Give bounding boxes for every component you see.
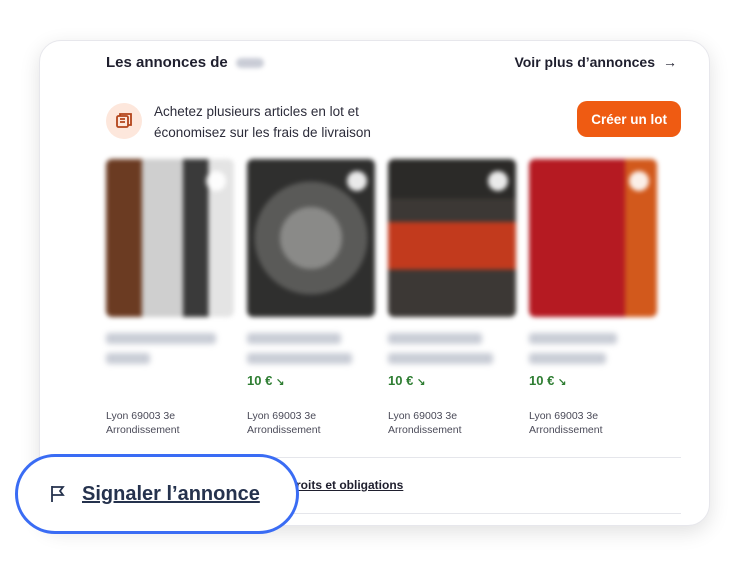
product-card[interactable]: 10 € ↘ Lyon 69003 3e Arrondissement	[247, 159, 375, 439]
report-listing-label: Signaler l’annonce	[82, 482, 260, 505]
page: Les annonces de Voir plus d’annonces → Ac…	[0, 0, 750, 566]
product-list: Lyon 69003 3e Arrondissement 10 € ↘ Lyon…	[106, 159, 681, 439]
product-card[interactable]: 10 € ↘ Lyon 69003 3e Arrondissement	[529, 159, 657, 439]
section-title: Les annonces de	[106, 54, 264, 71]
product-price: 10 € ↘	[529, 373, 566, 388]
product-card[interactable]: 10 € ↘ Lyon 69003 3e Arrondissement	[388, 159, 516, 439]
price-drop-icon: ↘	[557, 377, 567, 388]
price-value: 10 €	[529, 373, 555, 388]
product-price: 10 € ↘	[388, 373, 425, 388]
bundle-icon	[106, 103, 142, 139]
arrow-right-icon: →	[663, 54, 677, 70]
product-location: Lyon 69003 3e Arrondissement	[247, 410, 321, 436]
product-image[interactable]	[247, 159, 375, 317]
product-location: Lyon 69003 3e Arrondissement	[388, 410, 462, 436]
report-listing-button[interactable]: Signaler l’annonce	[15, 454, 299, 534]
rights-obligations-link[interactable]: roits et obligations	[296, 478, 403, 492]
product-title-blurred	[529, 333, 639, 373]
product-location: Lyon 69003 3e Arrondissement	[106, 410, 180, 436]
product-card[interactable]: Lyon 69003 3e Arrondissement	[106, 159, 234, 439]
product-image[interactable]	[388, 159, 516, 317]
bundle-text: Achetez plusieurs articles en lot et éco…	[154, 104, 371, 140]
create-lot-button[interactable]: Créer un lot	[577, 101, 681, 137]
price-value: 10 €	[247, 373, 273, 388]
product-title-blurred	[388, 333, 498, 373]
see-more-link[interactable]: Voir plus d’annonces →	[514, 54, 677, 70]
product-image[interactable]	[106, 159, 234, 317]
product-image[interactable]	[529, 159, 657, 317]
flag-icon	[51, 486, 65, 502]
favorite-icon[interactable]	[629, 171, 649, 191]
section-title-text: Les annonces de	[106, 54, 228, 71]
product-location: Lyon 69003 3e Arrondissement	[529, 410, 603, 436]
bundle-promo: Achetez plusieurs articles en lot et éco…	[106, 101, 681, 145]
favorite-icon[interactable]	[347, 171, 367, 191]
favorite-icon[interactable]	[206, 171, 226, 191]
price-value: 10 €	[388, 373, 414, 388]
favorite-icon[interactable]	[488, 171, 508, 191]
product-title-blurred	[106, 333, 216, 373]
see-more-label: Voir plus d’annonces	[514, 54, 655, 70]
seller-name-blurred	[235, 58, 264, 69]
product-price: 10 € ↘	[247, 373, 284, 388]
price-drop-icon: ↘	[275, 377, 285, 388]
price-drop-icon: ↘	[416, 377, 426, 388]
product-title-blurred	[247, 333, 357, 373]
